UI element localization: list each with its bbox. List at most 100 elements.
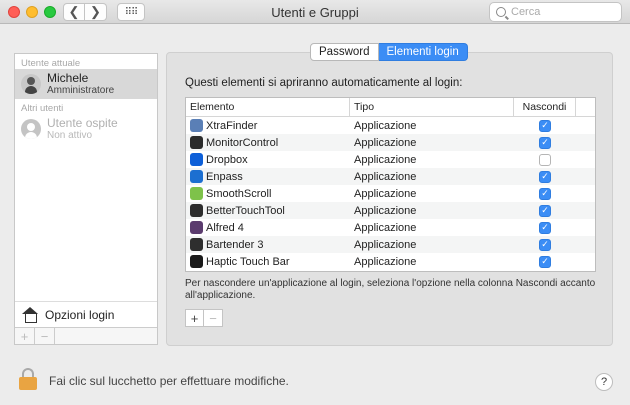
element-cell: Alfred 4	[186, 221, 350, 234]
tab-password[interactable]: Password	[310, 43, 379, 61]
table-row[interactable]: Dropbox Applicazione	[186, 151, 595, 168]
column-header-element[interactable]: Elemento	[186, 98, 350, 116]
element-cell: Haptic Touch Bar	[186, 255, 350, 268]
user-role: Amministratore	[47, 84, 115, 96]
hide-checkbox[interactable]: ✓	[539, 187, 551, 200]
lock-icon[interactable]	[19, 368, 37, 390]
hide-cell	[514, 153, 576, 166]
type-cell: Applicazione	[354, 255, 417, 268]
add-user-button[interactable]: +	[15, 328, 35, 344]
login-options-item[interactable]: Opzioni login	[15, 301, 157, 327]
login-items-panel: Questi elementi si apriranno automaticam…	[166, 52, 613, 346]
hide-cell: ✓	[514, 204, 576, 217]
hide-cell: ✓	[514, 136, 576, 149]
table-row[interactable]: SmoothScroll Applicazione ✓	[186, 185, 595, 202]
lock-message: Fai clic sul lucchetto per effettuare mo…	[49, 374, 289, 388]
app-name: Alfred 4	[206, 221, 244, 234]
xtrafinder-icon	[190, 119, 203, 132]
hide-checkbox[interactable]	[539, 153, 551, 166]
hide-cell: ✓	[514, 187, 576, 200]
element-cell: Bartender 3	[186, 238, 350, 251]
login-options-label: Opzioni login	[45, 307, 115, 322]
tab-bar: Password Elementi login	[310, 43, 468, 61]
search-icon	[496, 7, 506, 17]
hide-cell: ✓	[514, 119, 576, 132]
app-name: MonitorControl	[206, 136, 279, 149]
user-status: Non attivo	[47, 129, 93, 141]
guest-avatar-icon	[21, 119, 41, 139]
type-cell: Applicazione	[354, 238, 417, 251]
element-cell: Dropbox	[186, 153, 350, 166]
hide-checkbox[interactable]: ✓	[539, 136, 551, 149]
house-icon	[21, 306, 39, 323]
remove-login-item-button[interactable]: −	[204, 310, 222, 326]
table-header: Elemento Tipo Nascondi	[186, 98, 595, 117]
hide-checkbox[interactable]: ✓	[539, 170, 551, 183]
user-item-michele[interactable]: Michele Amministratore	[15, 69, 157, 99]
table-row[interactable]: Bartender 3 Applicazione ✓	[186, 236, 595, 253]
add-login-item-button[interactable]: +	[186, 310, 204, 326]
remove-user-button[interactable]: −	[35, 328, 55, 344]
table-row[interactable]: Enpass Applicazione ✓	[186, 168, 595, 185]
type-cell: Applicazione	[354, 170, 417, 183]
element-cell: MonitorControl	[186, 136, 350, 149]
tab-login-items[interactable]: Elementi login	[378, 43, 468, 61]
column-header-type[interactable]: Tipo	[350, 98, 514, 116]
hide-checkbox[interactable]: ✓	[539, 238, 551, 251]
user-name: Utente ospite	[47, 115, 118, 130]
login-items-table: Elemento Tipo Nascondi XtraFinder Applica…	[185, 97, 596, 272]
table-row[interactable]: Haptic Touch Bar Applicazione ✓	[186, 253, 595, 270]
search-field[interactable]	[489, 2, 622, 22]
column-header-hide[interactable]: Nascondi	[514, 98, 576, 116]
users-list: Utente attuale Michele Amministratore Al…	[14, 53, 158, 345]
hide-cell: ✓	[514, 238, 576, 251]
help-button[interactable]: ?	[595, 373, 613, 391]
title-bar: ❮ ❯ ⠿⠿ Utenti e Gruppi	[0, 0, 630, 24]
hide-cell: ✓	[514, 221, 576, 234]
type-cell: Applicazione	[354, 136, 417, 149]
user-name: Michele	[47, 70, 89, 85]
type-cell: Applicazione	[354, 153, 417, 166]
hide-checkbox[interactable]: ✓	[539, 255, 551, 268]
search-input[interactable]	[511, 6, 611, 18]
type-cell: Applicazione	[354, 204, 417, 217]
table-row[interactable]: BetterTouchTool Applicazione ✓	[186, 202, 595, 219]
app-name: BetterTouchTool	[206, 204, 285, 217]
element-cell: SmoothScroll	[186, 187, 350, 200]
type-cell: Applicazione	[354, 221, 417, 234]
current-user-section-label: Utente attuale	[21, 58, 81, 69]
bettertouchtool-icon	[190, 204, 203, 217]
hide-checkbox[interactable]: ✓	[539, 204, 551, 217]
hide-cell: ✓	[514, 170, 576, 183]
app-name: Enpass	[206, 170, 243, 183]
bartender-icon	[190, 238, 203, 251]
monitorcontrol-icon	[190, 136, 203, 149]
haptictouchbar-icon	[190, 255, 203, 268]
table-row[interactable]: Alfred 4 Applicazione ✓	[186, 219, 595, 236]
app-name: Bartender 3	[206, 238, 264, 251]
other-users-section-label: Altri utenti	[21, 103, 64, 114]
table-row[interactable]: XtraFinder Applicazione ✓	[186, 117, 595, 134]
element-cell: Enpass	[186, 170, 350, 183]
element-cell: XtraFinder	[186, 119, 350, 132]
table-row[interactable]: MonitorControl Applicazione ✓	[186, 134, 595, 151]
smoothscroll-icon	[190, 187, 203, 200]
element-cell: BetterTouchTool	[186, 204, 350, 217]
table-body: XtraFinder Applicazione ✓ MonitorControl App…	[186, 117, 595, 270]
users-plus-minus: + −	[15, 327, 157, 344]
app-name: SmoothScroll	[206, 187, 272, 200]
avatar	[21, 74, 41, 94]
hide-checkbox[interactable]: ✓	[539, 119, 551, 132]
login-items-description: Questi elementi si apriranno automaticam…	[185, 77, 463, 89]
type-cell: Applicazione	[354, 187, 417, 200]
alfred-icon	[190, 221, 203, 234]
type-cell: Applicazione	[354, 119, 417, 132]
login-items-plus-minus: + −	[185, 309, 223, 327]
user-item-guest[interactable]: Utente ospite Non attivo	[15, 114, 157, 144]
app-name: Dropbox	[206, 153, 248, 166]
hide-hint: Per nascondere un'applicazione al login,…	[185, 278, 596, 301]
app-name: XtraFinder	[206, 119, 258, 132]
hide-checkbox[interactable]: ✓	[539, 221, 551, 234]
enpass-icon	[190, 170, 203, 183]
dropbox-icon	[190, 153, 203, 166]
